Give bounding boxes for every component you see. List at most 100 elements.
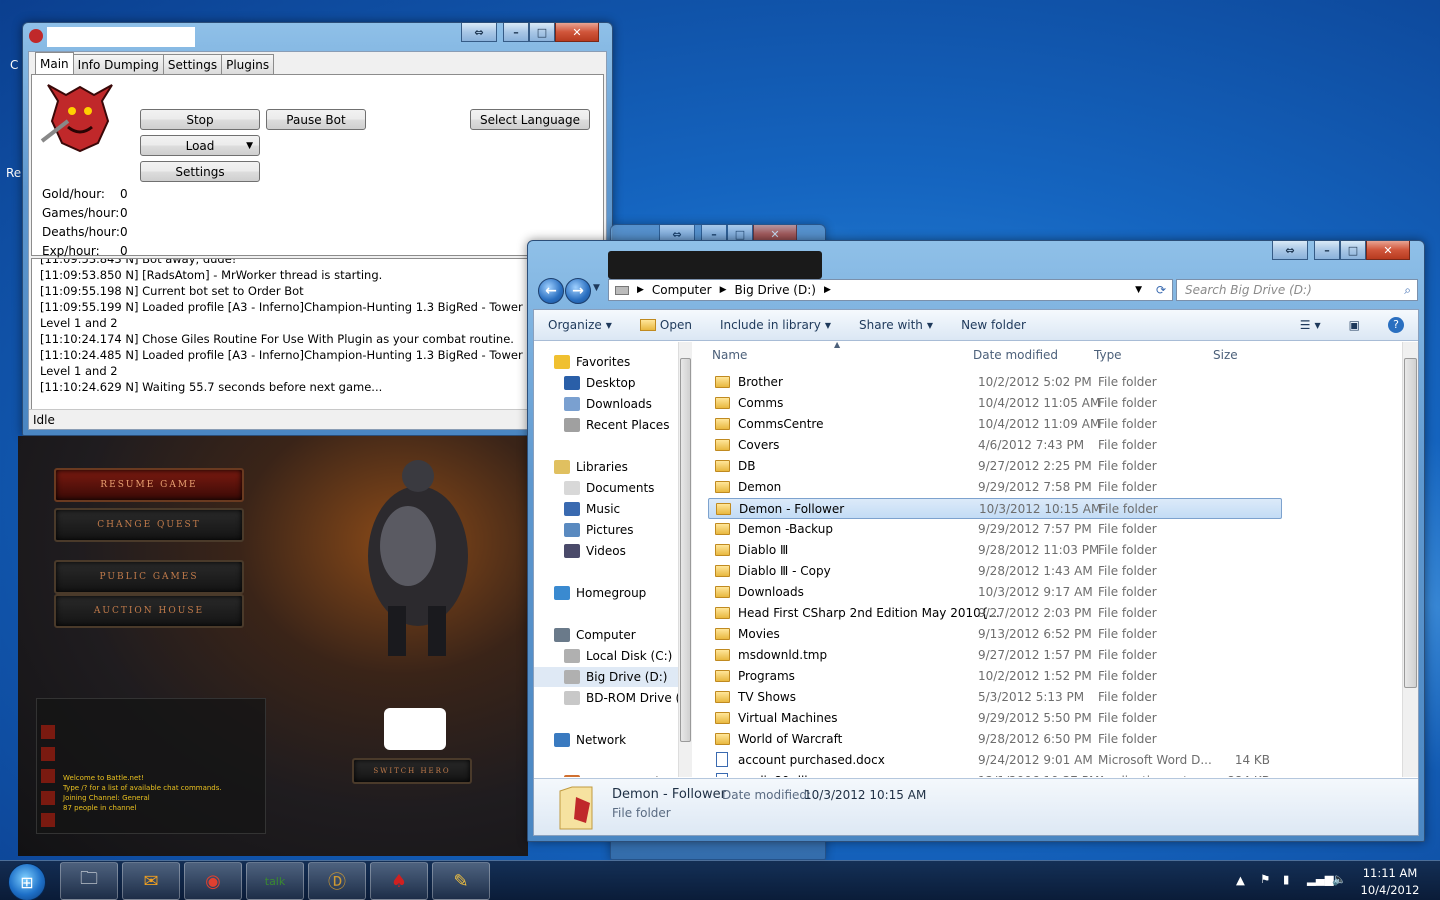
resize-arrows-button[interactable]: ⇔ — [461, 23, 497, 42]
column-date-modified[interactable]: Date modified — [973, 348, 1058, 362]
nav-item[interactable]: Documents — [534, 478, 692, 498]
switch-hero-button[interactable]: SWITCH HERO — [352, 758, 472, 784]
chat-friends-icon[interactable] — [41, 747, 55, 761]
nav-item[interactable]: Image Catalog — [534, 772, 692, 777]
maximize-button[interactable]: □ — [529, 23, 555, 42]
file-row[interactable]: Head First CSharp 2nd Edition May 2010{.… — [708, 603, 1402, 624]
paint-icon[interactable]: ✎ — [432, 862, 490, 900]
file-row[interactable]: Demon 9/29/2012 7:58 PM File folder — [708, 477, 1402, 498]
pause-bot-button[interactable]: Pause Bot — [266, 109, 366, 130]
diablo-icon[interactable]: Ⓓ — [308, 862, 366, 900]
nav-item[interactable]: Desktop — [534, 373, 692, 393]
file-row[interactable]: Downloads 10/3/2012 9:17 AM File folder — [708, 582, 1402, 603]
file-row[interactable]: World of Warcraft 9/28/2012 6:50 PM File f… — [708, 729, 1402, 750]
nav-item[interactable]: Downloads — [534, 394, 692, 414]
resize-arrows-button[interactable]: ⇔ — [1272, 241, 1308, 260]
chat-whisper-icon[interactable] — [41, 791, 55, 805]
nav-item[interactable]: Computer — [534, 625, 692, 645]
nav-scroll-thumb[interactable] — [680, 358, 691, 742]
file-row[interactable]: msdownld.tmp 9/27/2012 1:57 PM File folder — [708, 645, 1402, 666]
log-output[interactable]: [11:09:53.843 N] Bot away, dude! [11:09:… — [31, 258, 604, 410]
breadcrumb-separator-icon[interactable]: ▶ — [720, 285, 727, 295]
file-row[interactable]: TV Shows 5/3/2012 5:13 PM File folder — [708, 687, 1402, 708]
minimize-button[interactable]: – — [503, 23, 529, 42]
start-button[interactable]: ⊞ — [8, 863, 46, 900]
preview-pane-icon[interactable]: ▣ — [1335, 318, 1374, 332]
close-button[interactable]: ✕ — [1366, 241, 1410, 260]
power-icon[interactable]: ▮ — [1283, 872, 1289, 886]
gtalk-icon[interactable]: talk — [246, 862, 304, 900]
search-input[interactable]: Search Big Drive (D:) ⌕ — [1176, 279, 1418, 301]
nav-item[interactable]: Recent Places — [534, 415, 692, 435]
file-row[interactable]: msdia80.dll 12/1/2006 10:37 PMApplication… — [708, 771, 1402, 777]
minimize-button[interactable]: – — [1314, 241, 1340, 260]
nav-item[interactable]: Network — [534, 730, 692, 750]
public-games-button[interactable]: PUBLIC GAMES — [54, 560, 244, 594]
file-row[interactable]: Covers 4/6/2012 7:43 PM File folder — [708, 435, 1402, 456]
file-row[interactable]: CommsCentre 10/4/2012 11:09 AM File folder — [708, 414, 1402, 435]
share-with-menu[interactable]: Share with ▼ — [845, 318, 947, 332]
column-size[interactable]: Size — [1213, 348, 1238, 362]
outlook-icon[interactable]: ✉ — [122, 862, 180, 900]
nav-scrollbar[interactable] — [678, 342, 692, 777]
nav-item[interactable]: Videos — [534, 541, 692, 561]
settings-button[interactable]: Settings — [140, 161, 260, 182]
file-row[interactable]: Virtual Machines 9/29/2012 5:50 PM File fo… — [708, 708, 1402, 729]
clock-date[interactable]: 10/4/2012 — [1356, 883, 1424, 897]
recent-pages-dropdown-icon[interactable]: ▼ — [593, 283, 600, 293]
nav-item[interactable]: Local Disk (C:) — [534, 646, 692, 666]
file-row[interactable]: Programs 10/2/2012 1:52 PM File folder — [708, 666, 1402, 687]
back-button[interactable]: ← — [538, 278, 564, 304]
change-quest-button[interactable]: CHANGE QUEST — [54, 508, 244, 542]
breadcrumb-separator-icon[interactable]: ▶ — [637, 285, 644, 295]
file-row[interactable]: account purchased.docx 9/24/2012 9:01 AM M… — [708, 750, 1402, 771]
file-row[interactable]: Brother 10/2/2012 5:02 PM File folder — [708, 372, 1402, 393]
maximize-button[interactable]: □ — [1340, 241, 1366, 260]
file-row[interactable]: Diablo Ⅲ 9/28/2012 11:03 PM File folder — [708, 540, 1402, 561]
tab-main[interactable]: Main — [35, 52, 74, 74]
breadcrumb-big-drive[interactable]: Big Drive (D:) — [735, 283, 816, 297]
file-row[interactable]: Diablo Ⅲ - Copy 9/28/2012 1:43 AM File fol… — [708, 561, 1402, 582]
select-language-button[interactable]: Select Language — [470, 109, 590, 130]
nav-item[interactable]: Favorites — [534, 352, 692, 372]
file-row[interactable]: Demon - Follower 10/3/2012 10:15 AM File f… — [708, 498, 1282, 519]
chat-settings-icon[interactable] — [41, 725, 55, 739]
file-list-scrollbar[interactable] — [1402, 342, 1418, 777]
file-scroll-thumb[interactable] — [1404, 358, 1417, 688]
resume-game-button[interactable]: RESUME GAME — [54, 468, 244, 502]
file-row[interactable]: Demon -Backup 9/29/2012 7:57 PM File folde… — [708, 519, 1402, 540]
column-type[interactable]: Type — [1094, 348, 1122, 362]
stop-button[interactable]: Stop — [140, 109, 260, 130]
chrome-icon[interactable]: ◉ — [184, 862, 242, 900]
demonbuddy-icon[interactable]: ♠ — [370, 862, 428, 900]
auction-house-button[interactable]: AUCTION HOUSE — [54, 594, 244, 628]
tab-info-dumping[interactable]: Info Dumping — [72, 54, 164, 74]
file-row[interactable]: Comms 10/4/2012 11:05 AM File folder — [708, 393, 1402, 414]
breadcrumb-separator-icon[interactable]: ▶ — [824, 285, 831, 295]
column-name[interactable]: Name — [712, 348, 747, 362]
organize-menu[interactable]: Organize ▼ — [534, 318, 626, 332]
search-icon[interactable]: ⌕ — [1404, 283, 1411, 298]
show-hidden-icons[interactable]: ▲ — [1236, 873, 1245, 887]
open-button[interactable]: Open — [626, 318, 706, 332]
tab-plugins[interactable]: Plugins — [221, 54, 275, 74]
nav-item[interactable]: Libraries — [534, 457, 692, 477]
forward-button[interactable]: → — [565, 278, 591, 304]
change-view-icon[interactable]: ☰ ▼ — [1286, 318, 1335, 332]
breadcrumb-computer[interactable]: Computer — [652, 283, 712, 297]
address-bar[interactable]: ▶ Computer ▶ Big Drive (D:) ▶ ▼ ⟳ — [608, 279, 1173, 301]
close-button[interactable]: ✕ — [555, 23, 599, 42]
diablo-game-view[interactable]: RESUME GAME CHANGE QUEST PUBLIC GAMES AU… — [18, 436, 528, 856]
nav-item[interactable]: Pictures — [534, 520, 692, 540]
action-center-flag-icon[interactable]: ⚑ — [1260, 872, 1270, 886]
explorer-icon[interactable]: 🗀 — [60, 862, 118, 900]
tab-settings[interactable]: Settings — [162, 54, 223, 74]
new-folder-button[interactable]: New folder — [947, 318, 1040, 332]
load-button[interactable]: Load ▼ — [140, 135, 260, 156]
volume-icon[interactable]: 🔈 — [1332, 872, 1346, 886]
signal-icon[interactable]: ▂▄▆ — [1307, 872, 1334, 886]
nav-item[interactable]: Homegroup — [534, 583, 692, 603]
refresh-icon[interactable]: ⟳ — [1156, 283, 1166, 297]
include-in-library-menu[interactable]: Include in library ▼ — [706, 318, 845, 332]
file-row[interactable]: DB 9/27/2012 2:25 PM File folder — [708, 456, 1402, 477]
